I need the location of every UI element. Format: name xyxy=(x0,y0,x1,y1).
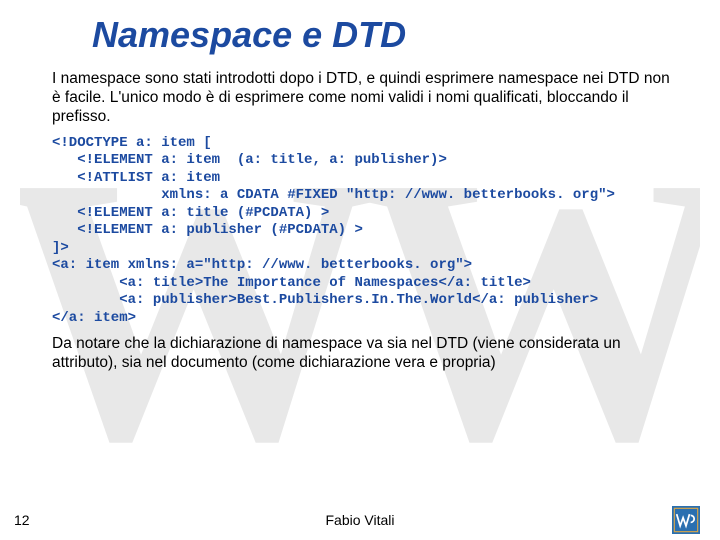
slide-title: Namespace e DTD xyxy=(92,14,682,56)
w3c-logo-icon xyxy=(672,506,700,534)
paragraph-1: I namespace sono stati introdotti dopo i… xyxy=(52,70,682,127)
footer-author: Fabio Vitali xyxy=(325,512,394,528)
paragraph-2: Da notare che la dichiarazione di namesp… xyxy=(52,335,682,373)
page-number: 12 xyxy=(14,512,30,528)
slide-content: Namespace e DTD I namespace sono stati i… xyxy=(0,0,720,540)
code-block: <!DOCTYPE a: item [ <!ELEMENT a: item (a… xyxy=(52,135,682,328)
slide-footer: 12 Fabio Vitali xyxy=(0,512,720,528)
